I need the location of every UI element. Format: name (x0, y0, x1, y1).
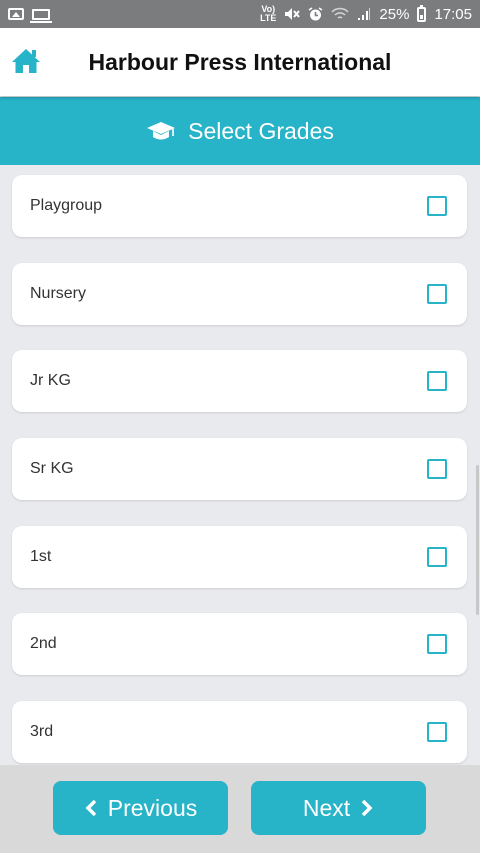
previous-label: Previous (107, 794, 198, 821)
home-button[interactable] (10, 46, 42, 76)
volte-icon: Vo) LTE (260, 4, 277, 23)
grade-label: Sr KG (30, 460, 74, 477)
wifi-icon (331, 7, 350, 19)
grade-item-nursery[interactable]: Nursery (12, 263, 467, 325)
gallery-notification-icon (8, 8, 24, 20)
grade-item-2nd[interactable]: 2nd (12, 613, 467, 675)
battery-percent: 25% (379, 5, 410, 23)
battery-icon (417, 4, 427, 22)
mute-icon (285, 8, 301, 20)
home-icon (12, 49, 40, 73)
chevron-left-icon (85, 799, 96, 817)
grade-checkbox[interactable] (427, 722, 447, 742)
grade-label: 1st (30, 548, 52, 565)
grade-item-playgroup[interactable]: Playgroup (12, 175, 467, 237)
alarm-icon (308, 6, 323, 20)
graduation-cap-icon (147, 122, 176, 140)
grade-item-1st[interactable]: 1st (12, 526, 467, 588)
grade-checkbox[interactable] (427, 284, 447, 304)
next-button[interactable]: Next (251, 781, 426, 835)
next-label: Next (302, 794, 351, 821)
app-title: Harbour Press International (88, 48, 392, 75)
signal-icon (358, 8, 371, 20)
chevron-right-icon (361, 799, 373, 817)
status-bar: Vo) LTE 25% 17:05 (0, 0, 480, 28)
footer-nav: Previous Next (0, 765, 480, 853)
grade-label: Jr KG (30, 372, 71, 389)
grade-item-3rd[interactable]: 3rd (12, 701, 467, 763)
screen-cast-icon (30, 8, 52, 23)
list-scrollbar[interactable] (476, 465, 479, 615)
grade-checkbox[interactable] (427, 634, 447, 654)
grades-list: Playgroup Nursery Jr KG Sr KG 1st 2nd 3r… (0, 165, 480, 765)
section-header: Select Grades (0, 97, 480, 165)
grade-checkbox[interactable] (427, 459, 447, 479)
grade-label: 2nd (30, 635, 57, 652)
grade-checkbox[interactable] (427, 547, 447, 567)
grade-item-jr-kg[interactable]: Jr KG (12, 350, 467, 412)
grade-label: Nursery (30, 285, 87, 302)
clock: 17:05 (434, 5, 472, 23)
app-header: Harbour Press International (0, 28, 480, 96)
grade-checkbox[interactable] (427, 371, 447, 391)
grade-label: Playgroup (30, 197, 103, 214)
section-title: Select Grades (188, 117, 334, 144)
grade-label: 3rd (30, 723, 54, 740)
previous-button[interactable]: Previous (53, 781, 228, 835)
grade-item-sr-kg[interactable]: Sr KG (12, 438, 467, 500)
grade-checkbox[interactable] (427, 196, 447, 216)
